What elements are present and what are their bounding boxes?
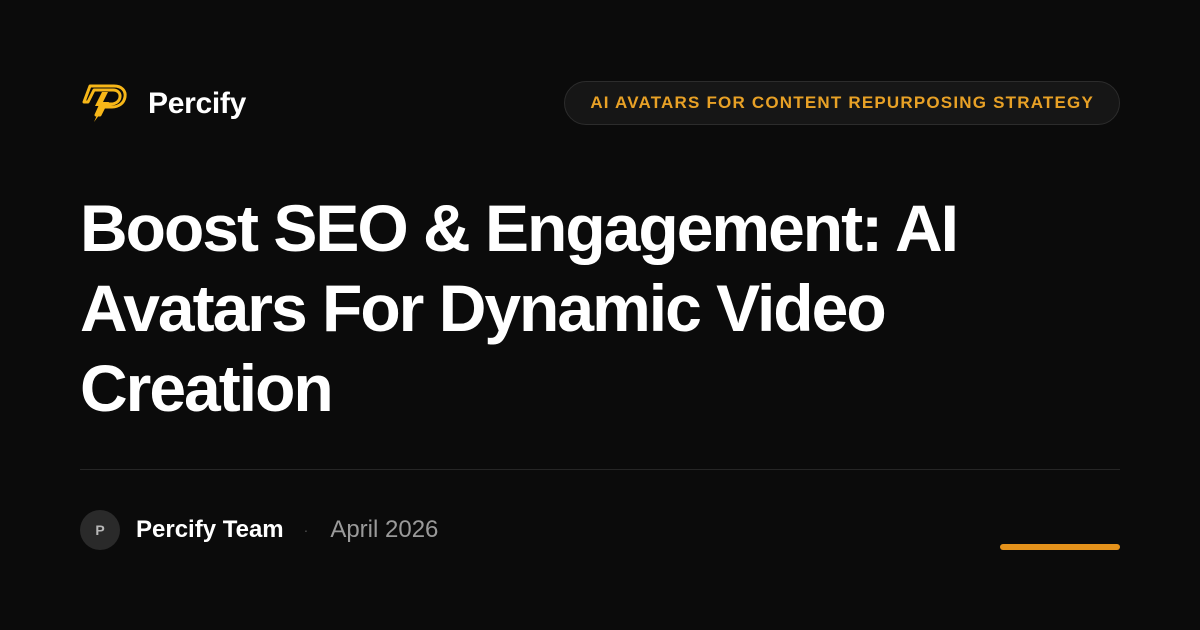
lightning-p-logo-icon [82, 84, 127, 122]
author-avatar: P [80, 510, 120, 550]
article-meta: P Percify Team · April 2026 [80, 510, 438, 550]
og-card: Percify AI AVATARS FOR CONTENT REPURPOSI… [0, 0, 1200, 630]
headline: Boost SEO & Engagement: AI Avatars For D… [80, 191, 959, 425]
author-avatar-initial: P [95, 522, 105, 538]
meta-separator-dot: · [303, 522, 309, 538]
category-badge[interactable]: AI AVATARS FOR CONTENT REPURPOSING STRAT… [564, 81, 1120, 125]
accent-bar [1000, 544, 1120, 550]
publish-date: April 2026 [330, 516, 439, 543]
brand[interactable]: Percify [82, 82, 246, 126]
brand-name: Percify [148, 87, 246, 120]
divider [80, 469, 1120, 470]
author-name: Percify Team [136, 516, 284, 543]
category-label: AI AVATARS FOR CONTENT REPURPOSING STRAT… [590, 93, 1094, 112]
